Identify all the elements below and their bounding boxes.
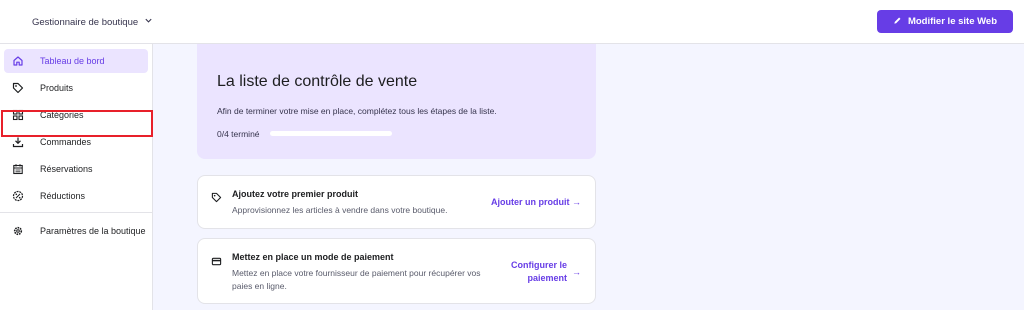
tag-icon (12, 82, 24, 94)
highlight-box (1, 110, 153, 137)
sidebar-item-products[interactable]: Produits (4, 76, 148, 100)
checklist-description: Afin de terminer votre mise en place, co… (217, 106, 497, 116)
edit-website-label: Modifier le site Web (907, 16, 998, 27)
pencil-icon (893, 16, 902, 28)
tag-icon (211, 190, 222, 203)
sidebar-item-store-settings[interactable]: Paramètres de la boutique (4, 219, 148, 243)
add-product-label: Ajouter un produit (490, 197, 570, 207)
chevron-down-icon (144, 16, 153, 28)
configure-payment-link[interactable]: Configurer le paiement → (511, 259, 581, 285)
sidebar-item-label: Tableau de bord (40, 56, 105, 66)
task-description-line: paies en ligne. (232, 281, 287, 291)
sidebar-item-label: Réductions (40, 191, 86, 201)
card-icon (211, 254, 222, 266)
progress-bar (270, 131, 392, 136)
download-icon (12, 136, 24, 148)
progress-text: 0/4 terminé (217, 129, 260, 139)
task-title: Mettez en place un mode de paiement (232, 252, 394, 262)
sidebar-item-label: Réservations (40, 164, 93, 174)
add-product-link[interactable]: Ajouter un produit → (491, 196, 581, 209)
gear-icon (12, 225, 24, 237)
task-card-add-product: Ajoutez votre premier produit Approvisio… (197, 175, 596, 229)
discount-icon (12, 190, 24, 202)
sidebar-item-label: Paramètres de la boutique (40, 226, 146, 236)
store-switcher[interactable]: Gestionnaire de boutique (32, 14, 153, 30)
sidebar-item-discounts[interactable]: Réductions (4, 184, 148, 208)
configure-payment-label: Configurer le (510, 260, 567, 270)
calendar-icon (12, 163, 24, 175)
top-bar: Gestionnaire de boutique Modifier le sit… (0, 0, 1024, 44)
sidebar-item-reservations[interactable]: Réservations (4, 157, 148, 181)
sidebar-item-label: Produits (40, 83, 74, 93)
checklist-title: La liste de contrôle de vente (217, 73, 418, 90)
home-icon (12, 55, 24, 67)
task-title: Ajoutez votre premier produit (232, 189, 359, 199)
edit-website-button[interactable]: Modifier le site Web (877, 10, 1013, 33)
sidebar: Tableau de bord Produits Catégories Comm… (0, 44, 153, 310)
sidebar-item-label: Commandes (40, 137, 92, 147)
store-name: Gestionnaire de boutique (32, 16, 139, 28)
task-card-payment: Mettez en place un mode de paiement Mett… (197, 238, 596, 304)
sidebar-divider (0, 212, 152, 213)
sidebar-item-dashboard[interactable]: Tableau de bord (4, 49, 148, 73)
arrow-right-icon: → (572, 266, 581, 277)
task-description: Approvisionnez les articles à vendre dan… (232, 205, 448, 215)
task-description: Mettez en place votre fournisseur de pai… (232, 267, 481, 293)
arrow-right-icon: → (572, 197, 581, 207)
checklist-header: La liste de contrôle de vente Afin de te… (197, 44, 596, 159)
configure-payment-label: paiement (527, 273, 567, 283)
task-description-line: Mettez en place votre fournisseur de pai… (232, 268, 481, 278)
